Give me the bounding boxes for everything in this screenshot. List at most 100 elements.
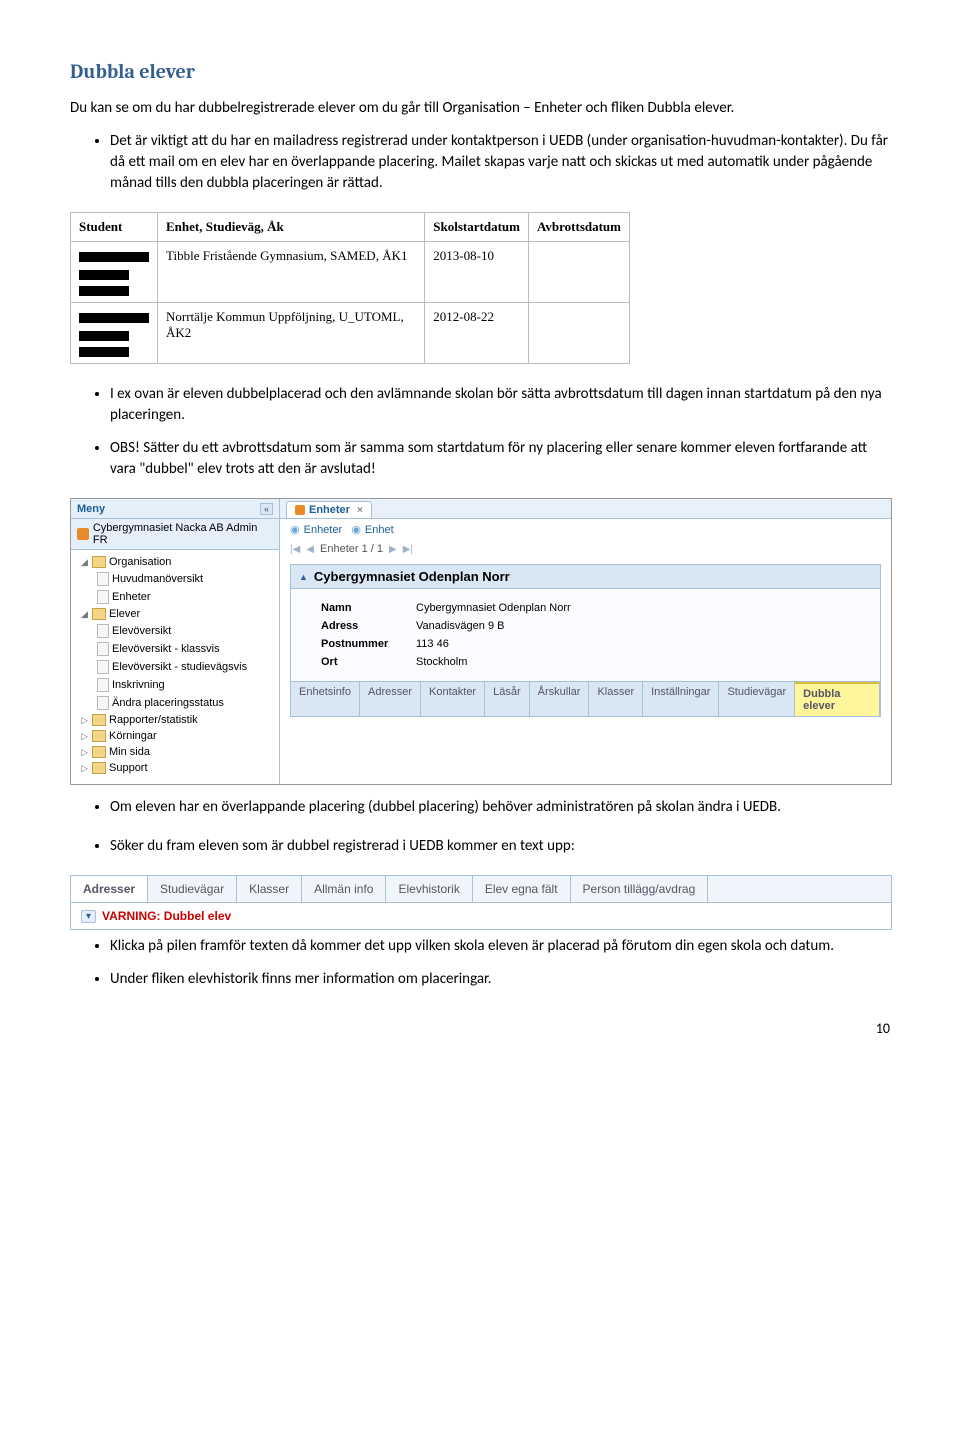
sidebar-org[interactable]: Cybergymnasiet Nacka AB Admin FR (71, 519, 279, 550)
kv-key: Adress (321, 620, 416, 632)
bullet-4: Om eleven har en överlappande placering … (110, 797, 890, 818)
folder-icon (92, 730, 106, 742)
collapse-icon[interactable]: « (260, 503, 273, 515)
warning-text: VARNING: Dubbel elev (102, 909, 231, 923)
crumb-enheter[interactable]: Enheter (304, 524, 343, 536)
warning-panel: ▾ VARNING: Dubbel elev (71, 903, 891, 929)
td-stop (528, 303, 629, 364)
tree-enheter[interactable]: Enheter (75, 588, 275, 606)
tab-enheter[interactable]: Enheter × (286, 501, 372, 518)
tab-icon (295, 505, 305, 515)
tab-dubbla-elever[interactable]: Dubbla elever (795, 682, 880, 716)
org-name: Cybergymnasiet Nacka AB Admin FR (93, 522, 273, 546)
td-start: 2013-08-10 (425, 242, 529, 303)
tab-label: Enheter (309, 504, 350, 516)
page-icon (97, 590, 109, 604)
tab-klasser[interactable]: Klasser (237, 876, 302, 902)
tree-elever[interactable]: ◢Elever (75, 606, 275, 622)
tab-studievagar[interactable]: Studievägar (148, 876, 237, 902)
tab-installningar[interactable]: Inställningar (643, 682, 719, 716)
tab-allman-info[interactable]: Allmän info (302, 876, 386, 902)
bullet-3: OBS! Sätter du ett avbrottsdatum som är … (110, 438, 890, 480)
tree-elevoversikt-klass[interactable]: Elevöversikt - klassvis (75, 640, 275, 658)
content-panel: ◉Enheter ◉Enhet |◀ ◀ Enheter 1 / 1 ▶ ▶| … (280, 519, 891, 784)
elev-tabs: Adresser Studievägar Klasser Allmän info… (71, 876, 891, 903)
tab-elev-egna-falt[interactable]: Elev egna fält (473, 876, 571, 902)
breadcrumb: ◉Enheter ◉Enhet (280, 519, 891, 540)
tree-minsida[interactable]: ▷Min sida (75, 744, 275, 760)
redacted (79, 331, 129, 341)
bullet-5: Söker du fram eleven som är dubbel regis… (110, 836, 890, 857)
next-page-icon[interactable]: ▶ (389, 544, 397, 555)
tab-klasser[interactable]: Klasser (589, 682, 643, 716)
page-icon (97, 696, 109, 710)
student-table: Student Enhet, Studieväg, Åk Skolstartda… (70, 212, 630, 364)
unit-tabs: Enhetsinfo Adresser Kontakter Läsår Årsk… (290, 682, 881, 717)
folder-icon (92, 556, 106, 568)
tab-adresser[interactable]: Adresser (71, 876, 148, 902)
panel-header[interactable]: ▲ Cybergymnasiet Odenplan Norr (290, 564, 881, 589)
redacted (79, 252, 149, 262)
tree-huvudman[interactable]: Huvudmanöversikt (75, 570, 275, 588)
tab-arskullar[interactable]: Årskullar (530, 682, 590, 716)
page-icon (97, 642, 109, 656)
kv-key: Postnummer (321, 638, 416, 650)
th-start: Skolstartdatum (425, 213, 529, 242)
tab-adresser[interactable]: Adresser (360, 682, 421, 716)
menu-label: Meny (77, 503, 105, 515)
tree-elevoversikt-stud[interactable]: Elevöversikt - studievägsvis (75, 658, 275, 676)
paginator: |◀ ◀ Enheter 1 / 1 ▶ ▶| (280, 540, 891, 558)
sidebar: Cybergymnasiet Nacka AB Admin FR ◢Organi… (71, 519, 280, 784)
kv-val: Cybergymnasiet Odenplan Norr (416, 602, 571, 614)
page-icon (97, 660, 109, 674)
page-icon (97, 624, 109, 638)
tree-support[interactable]: ▷Support (75, 760, 275, 776)
kv-val: Stockholm (416, 656, 467, 668)
redacted (79, 286, 129, 296)
close-icon[interactable]: × (357, 505, 363, 516)
tree-organisation[interactable]: ◢Organisation (75, 554, 275, 570)
kv-key: Namn (321, 602, 416, 614)
tab-enhetsinfo[interactable]: Enhetsinfo (291, 682, 360, 716)
table-row: Norrtälje Kommun Uppföljning, U_UTOML, Å… (71, 303, 630, 364)
intro-text: Du kan se om du har dubbelregistrerade e… (70, 98, 890, 119)
tab-studievagar[interactable]: Studievägar (719, 682, 795, 716)
org-icon (77, 528, 89, 540)
tree-korningar[interactable]: ▷Körningar (75, 728, 275, 744)
bullet-2: I ex ovan är eleven dubbelplacerad och d… (110, 384, 890, 426)
tab-lasar[interactable]: Läsår (485, 682, 530, 716)
tab-person-tillagg[interactable]: Person tillägg/avdrag (571, 876, 709, 902)
td-enhet: Norrtälje Kommun Uppföljning, U_UTOML, Å… (158, 303, 425, 364)
last-page-icon[interactable]: ▶| (403, 544, 413, 555)
redacted (79, 270, 129, 280)
th-enhet: Enhet, Studieväg, Åk (158, 213, 425, 242)
td-start: 2012-08-22 (425, 303, 529, 364)
tab-kontakter[interactable]: Kontakter (421, 682, 485, 716)
tree-inskrivning[interactable]: Inskrivning (75, 676, 275, 694)
pager-label: Enheter 1 / 1 (320, 543, 383, 555)
crumb-enhet: Enhet (365, 524, 394, 536)
page-icon (97, 572, 109, 586)
folder-icon (92, 608, 106, 620)
td-stop (528, 242, 629, 303)
tree-andra-plac[interactable]: Ändra placeringsstatus (75, 694, 275, 712)
elev-tabs-screenshot: Adresser Studievägar Klasser Allmän info… (70, 875, 892, 930)
th-stop: Avbrottsdatum (528, 213, 629, 242)
tree: ◢Organisation Huvudmanöversikt Enheter ◢… (71, 550, 279, 784)
prev-page-icon[interactable]: ◀ (306, 544, 314, 555)
bullet-1: Det är viktigt att du har en mailadress … (110, 131, 890, 194)
table-row: Tibble Fristående Gymnasium, SAMED, ÅK1 … (71, 242, 630, 303)
page-number: 10 (70, 1020, 890, 1037)
redacted (79, 347, 129, 357)
folder-icon (92, 714, 106, 726)
folder-icon (92, 746, 106, 758)
chevron-up-icon: ▲ (299, 572, 308, 582)
chevron-down-icon[interactable]: ▾ (81, 910, 96, 923)
tree-elevoversikt[interactable]: Elevöversikt (75, 622, 275, 640)
tab-elevhistorik[interactable]: Elevhistorik (386, 876, 472, 902)
tree-rapporter[interactable]: ▷Rapporter/statistik (75, 712, 275, 728)
kv-key: Ort (321, 656, 416, 668)
page-title: Dubbla elever (70, 60, 890, 83)
bullet-7: Under fliken elevhistorik finns mer info… (110, 969, 890, 990)
first-page-icon[interactable]: |◀ (290, 544, 300, 555)
